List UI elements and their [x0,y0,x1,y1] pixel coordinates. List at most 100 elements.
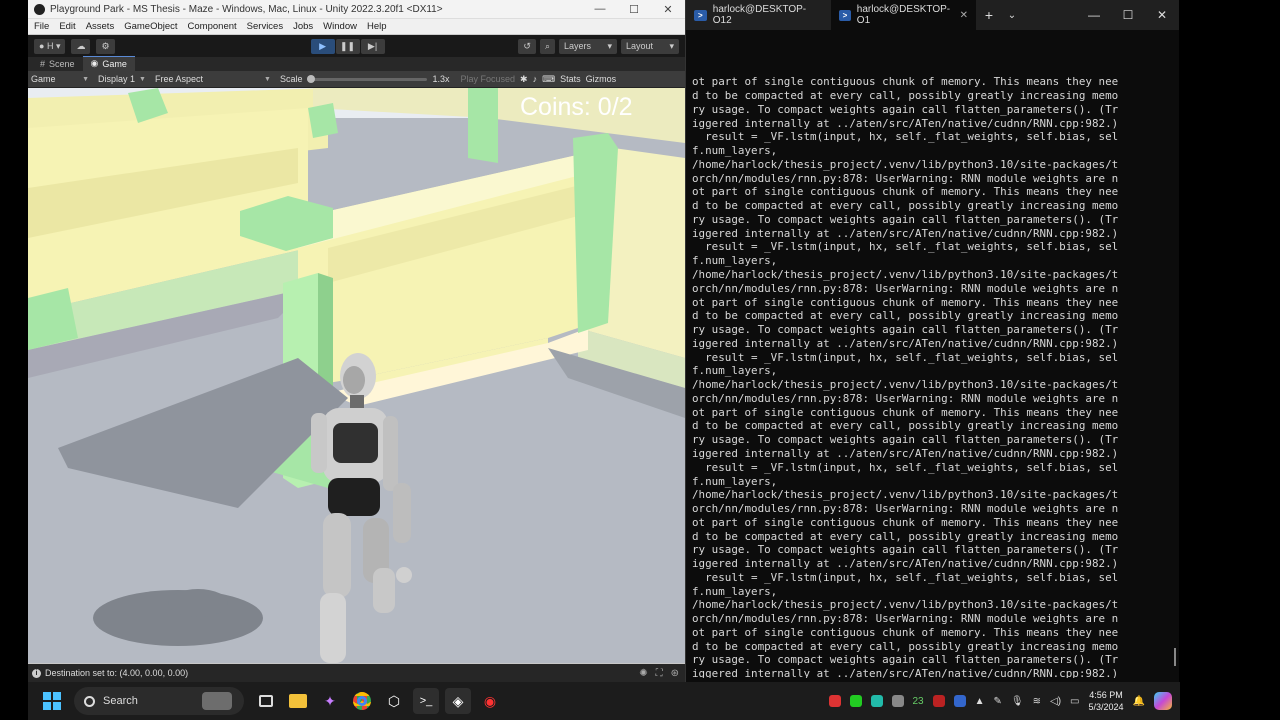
new-tab-button[interactable]: + [976,7,1002,23]
status-message[interactable]: Destination set to: (4.00, 0.00, 0.00) [45,668,188,678]
terminal-scrollbar[interactable] [1174,648,1176,666]
pen-icon[interactable]: ✎ [994,696,1002,707]
layout-dropdown[interactable]: Layout ▾ [621,38,679,54]
wifi-icon[interactable]: ≋ [1033,696,1041,707]
battery-icon[interactable]: ▭ [1070,696,1079,707]
pause-button[interactable]: ❚❚ [335,38,360,54]
close-button[interactable]: ✕ [651,3,685,16]
step-button[interactable]: ▶| [360,38,385,54]
menu-edit[interactable]: Edit [59,21,75,32]
terminal-line: ot part of single contiguous chunk of me… [692,515,1119,529]
warning-icon[interactable]: ▲ [975,696,985,707]
scale-slider-knob[interactable] [307,74,316,83]
play-focused-dropdown[interactable]: Play Focused [460,74,515,84]
terminal-line: /home/harlock/thesis_project/.venv/lib/p… [692,268,1119,282]
terminal-close-button[interactable]: ✕ [1145,8,1179,22]
app-button[interactable]: ✦ [317,688,343,714]
display-dropdown[interactable]: Display 1 ▼ [98,74,150,84]
terminal-tabbar: > harlock@DESKTOP-O12 > harlock@DESKTOP-… [686,0,1179,30]
close-tab-icon[interactable]: ✕ [960,10,968,21]
chevron-down-icon: ▾ [669,40,674,51]
minimize-button[interactable]: — [583,3,617,16]
terminal-line: ry usage. To compact weights again call … [692,323,1119,337]
menu-file[interactable]: File [34,21,49,32]
view-tabs: # Scene ◉ Game [28,56,685,71]
terminal-line: ry usage. To compact weights again call … [692,653,1119,667]
lighting-icon[interactable]: ✺ [639,668,647,679]
file-explorer-button[interactable] [285,688,311,714]
terminal-line: ry usage. To compact weights again call … [692,212,1119,226]
terminal-line: d to be compacted at every call, possibl… [692,309,1119,323]
chevron-down-icon: ▼ [82,75,89,83]
play-icon: ▶ [319,40,326,51]
gear-icon: ⚙ [101,40,110,51]
letterbox-left [0,0,28,720]
tray-icon-4[interactable] [891,695,904,707]
menu-services[interactable]: Services [247,21,283,32]
audio-icon[interactable]: ♪ [533,74,538,84]
mic-icon[interactable]: 🎙 [1011,696,1024,707]
tab-scene[interactable]: # Scene [32,58,83,71]
terminal-tab-2[interactable]: > harlock@DESKTOP-O1 ✕ [831,0,976,30]
maximize-button[interactable]: ☐ [617,3,651,16]
game-view-toolbar: Game ▼ Display 1 ▼ Free Aspect ▼ Scale 1.3x… [28,71,685,88]
taskbar-search[interactable]: Search [74,687,244,715]
gizmos-button[interactable]: Gizmos [586,74,617,84]
layers-dropdown[interactable]: Layers ▾ [559,38,617,54]
tray-badge[interactable]: 23 [913,696,924,707]
terminal-line: f.num_layers, [692,254,778,268]
copilot-icon[interactable] [1154,692,1172,710]
search-button[interactable]: ⌕ [539,38,555,54]
search-icon [84,695,95,707]
menu-component[interactable]: Component [188,21,237,32]
task-view-button[interactable] [253,688,279,714]
tray-icon-6[interactable] [932,695,945,707]
tray-icon-7[interactable] [953,695,966,707]
terminal-tab-1[interactable]: > harlock@DESKTOP-O12 [686,0,831,30]
menu-help[interactable]: Help [367,21,387,32]
progress-icon[interactable]: ⊛ [671,668,679,679]
cache-icon[interactable]: ⛶ [656,668,663,679]
search-highlight-icon [202,692,232,710]
nvidia-icon[interactable] [849,695,862,707]
history-button[interactable]: ↺ [518,38,536,54]
game-viewport[interactable]: Coins: 0/2 [28,88,685,663]
clock[interactable]: 4:56 PM 5/3/2024 [1089,689,1124,713]
terminal-minimize-button[interactable]: — [1077,8,1111,22]
terminal-taskbar-button[interactable]: >_ [413,688,439,714]
menu-jobs[interactable]: Jobs [293,21,313,32]
tray-icon-3[interactable] [870,695,883,707]
history-icon: ↺ [523,40,531,51]
keyboard-icon[interactable]: ⌨ [542,74,555,85]
unity-editor-taskbar-button[interactable]: ◈ [445,688,471,714]
terminal-line: d to be compacted at every call, possibl… [692,89,1119,103]
cloud-icon: ☁ [76,40,86,51]
services-button[interactable]: ⚙ [96,38,115,54]
menu-gameobject[interactable]: GameObject [124,21,177,32]
unity-icon: ⬡ [387,692,401,709]
scale-slider[interactable] [307,74,428,83]
bug-icon[interactable]: ✱ [520,74,528,85]
aspect-dropdown[interactable]: Free Aspect ▼ [155,74,275,84]
unity-menubar: File Edit Assets GameObject Component Se… [28,19,685,35]
start-button[interactable] [39,688,65,714]
menu-window[interactable]: Window [323,21,357,32]
terminal-output[interactable]: ot part of single contiguous chunk of me… [686,30,1179,678]
cloud-button[interactable]: ☁ [71,38,91,54]
recorder-button[interactable]: ◉ [477,688,503,714]
terminal-line: iggered internally at ../aten/src/ATen/n… [692,226,1119,240]
notification-icon[interactable]: 🔔 [1133,696,1145,707]
tray-icon-1[interactable] [828,695,841,707]
terminal-line: f.num_layers, [692,144,778,158]
menu-assets[interactable]: Assets [86,21,115,32]
unity-hub-button[interactable]: ⬡ [381,688,407,714]
game-mode-dropdown[interactable]: Game ▼ [31,74,93,84]
chrome-button[interactable] [349,688,375,714]
play-button[interactable]: ▶ [310,38,335,54]
account-button[interactable]: ● H ▾ [34,38,66,54]
stats-button[interactable]: Stats [560,74,581,84]
tab-dropdown-button[interactable]: ⌄ [1002,10,1022,21]
terminal-maximize-button[interactable]: ☐ [1111,8,1145,22]
volume-icon[interactable]: ◁) [1050,696,1061,707]
tab-game[interactable]: ◉ Game [82,56,135,71]
